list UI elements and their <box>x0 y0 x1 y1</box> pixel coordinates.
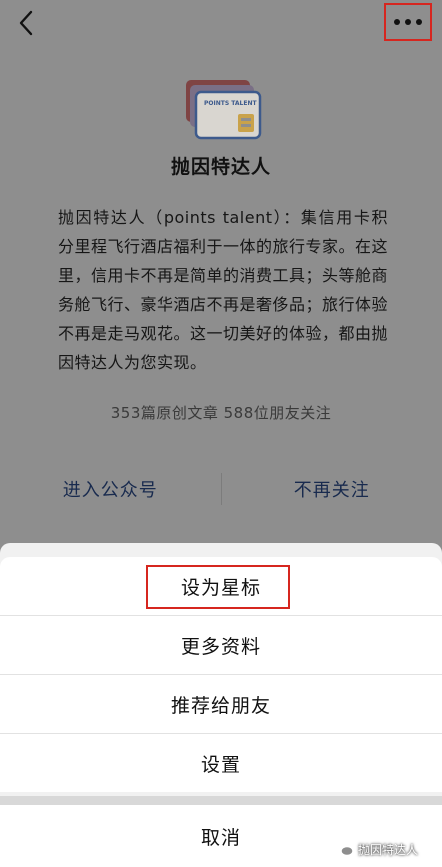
account-avatar: POINTS TALENT <box>180 78 266 144</box>
wechat-icon <box>334 841 354 857</box>
account-actions: 进入公众号 不再关注 <box>0 472 442 506</box>
sheet-separator <box>0 796 442 805</box>
enter-account-button[interactable]: 进入公众号 <box>0 476 221 502</box>
account-name: 抛因特达人 <box>170 156 271 178</box>
account-description: 抛因特达人（points talent）：集信用卡积分里程飞行酒店福利于一体的旅… <box>58 208 389 372</box>
more-dots-icon <box>394 19 400 25</box>
back-button[interactable] <box>12 8 42 38</box>
recommend-to-friend-button[interactable]: 推荐给朋友 <box>0 675 442 733</box>
account-profile-page: POINTS TALENT 抛因特达人 抛因特达人（points talent）… <box>0 0 442 560</box>
more-info-button[interactable]: 更多资料 <box>0 616 442 674</box>
watermark: 抛因特达人 <box>334 838 418 860</box>
more-button[interactable] <box>384 3 432 41</box>
account-stats: 353篇原创文章 588位朋友关注 <box>110 404 332 422</box>
highlight-annotation <box>146 565 290 609</box>
watermark-text: 抛因特达人 <box>358 842 419 857</box>
chevron-left-icon <box>19 10 33 36</box>
settings-button[interactable]: 设置 <box>0 734 442 792</box>
unfollow-button[interactable]: 不再关注 <box>222 476 442 502</box>
svg-text:POINTS TALENT: POINTS TALENT <box>204 100 257 107</box>
